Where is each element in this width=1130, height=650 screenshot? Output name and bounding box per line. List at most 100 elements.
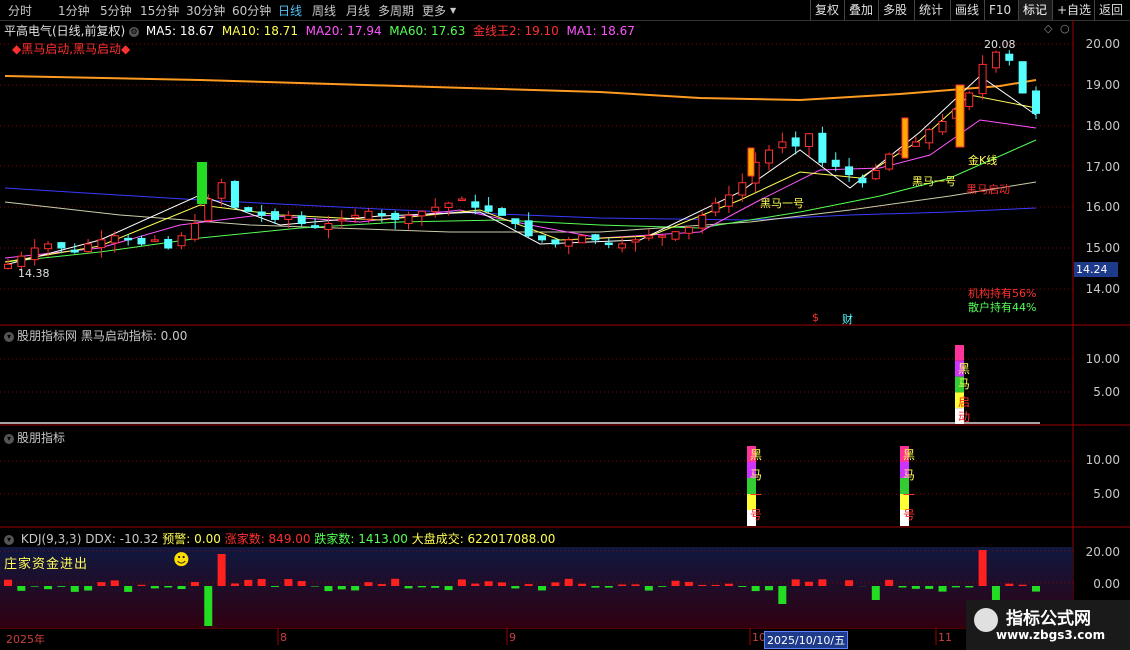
chart-canvas[interactable]	[0, 0, 1130, 650]
ddx-bar	[137, 584, 146, 586]
candle-body	[591, 234, 600, 241]
candle-body	[938, 121, 947, 133]
collapse-icon[interactable]: ▾	[4, 534, 14, 545]
ddx-bar	[457, 579, 466, 586]
candle-body	[871, 169, 880, 180]
heima-start-bar	[955, 345, 964, 361]
ddx-bar	[564, 578, 573, 586]
ddx-bar	[484, 581, 493, 586]
y-tick: 20.00	[1085, 37, 1120, 51]
collapse-icon[interactable]: ▾	[4, 433, 14, 444]
candle-body	[244, 207, 253, 212]
candle-body	[978, 63, 987, 95]
candle-body	[644, 235, 653, 239]
ddx-bar	[551, 582, 560, 586]
candle-body	[17, 255, 26, 267]
candle-body	[311, 225, 320, 229]
panel2-title: 股朋指标	[17, 431, 66, 445]
ddx-bar	[444, 586, 453, 591]
signal-char: 马	[902, 468, 915, 482]
candle-body	[4, 263, 12, 269]
candle-body	[791, 137, 800, 147]
finance-marker[interactable]: 财	[842, 311, 853, 327]
ddx-bar	[377, 584, 386, 586]
candle-body	[991, 51, 1000, 69]
ddx-bar	[658, 586, 667, 587]
ddx-bar	[391, 578, 400, 586]
candle-body	[631, 239, 640, 243]
y-tick: 0.00	[1093, 577, 1120, 591]
candle-body	[417, 210, 426, 217]
gold-line	[4, 75, 1037, 102]
candle-body	[457, 198, 466, 202]
ddx-bar	[764, 586, 773, 591]
panel1-header: ▾ 股朋指标网 黑马启动指标: 0.00	[4, 327, 187, 344]
ma60	[4, 139, 1037, 263]
ddx-bar	[311, 586, 320, 587]
collapse-icon[interactable]: ▾	[4, 331, 14, 342]
ddx-bar	[17, 586, 26, 591]
main-chart-header: 平高电气(日线,前复权) ⚙ MA5: 18.67 MA10: 18.71 MA…	[4, 22, 635, 39]
ddx-bar	[698, 584, 707, 586]
ddx-bar	[257, 579, 266, 586]
diamond-icon[interactable]: ◇	[1044, 22, 1052, 35]
candle-body	[137, 237, 146, 245]
ddx-bar	[805, 581, 814, 586]
ddx-bar	[471, 583, 480, 586]
ddx-bar	[297, 581, 306, 586]
y-tick: 10.00	[1085, 352, 1120, 366]
panel1-title: 股朋指标网 黑马启动指标: 0.00	[17, 329, 188, 343]
ddx-bar	[431, 586, 440, 588]
candle-body	[164, 238, 173, 249]
signal-banner: ◆黑马启动,黑马启动◆	[12, 42, 131, 56]
candle-body	[551, 239, 560, 245]
ddx-bar	[818, 579, 827, 586]
candle-body	[684, 227, 693, 234]
close-icon[interactable]: ○	[1060, 22, 1070, 35]
y-tick: 19.00	[1085, 78, 1120, 92]
ddx-bar	[591, 586, 600, 588]
annotation-heima-2: 黑马一号	[912, 175, 956, 188]
ddx-bar	[1005, 583, 1014, 586]
ddx-bar	[497, 582, 506, 586]
ddx-bar	[30, 586, 39, 587]
dealer-fund-tag: 庄家资金进出	[4, 557, 89, 572]
ddx-bar	[244, 579, 253, 586]
ddx-bar	[578, 583, 587, 586]
ddx-bar	[70, 586, 79, 592]
date-cursor-badge: 2025/10/10/五	[764, 631, 849, 649]
ddx-bar	[110, 580, 119, 586]
ddx-bar	[57, 586, 66, 587]
ma5	[4, 75, 1037, 266]
candle-body	[150, 239, 159, 242]
warning-label: 预警: 0.00	[162, 532, 221, 546]
watermark-logo-icon	[974, 608, 998, 632]
candle-body	[925, 129, 934, 144]
candle-body	[1032, 90, 1040, 114]
ddx-bar	[671, 580, 680, 586]
ddx-bar	[538, 586, 547, 591]
ddx-bar	[190, 582, 199, 586]
ddx-bar	[751, 586, 760, 592]
watermark: 指标公式网 www.zbgs3.com	[966, 600, 1130, 650]
candle-body	[444, 202, 453, 208]
signal-char: 号	[902, 508, 915, 522]
candle-body	[351, 214, 360, 218]
ddx-bar	[1032, 586, 1040, 592]
candle-body	[431, 206, 440, 213]
legend-ma60: MA60: 17.63	[389, 24, 466, 38]
dividend-marker[interactable]: $	[812, 311, 819, 324]
ddx-bar	[230, 583, 239, 586]
ddx-bar	[791, 579, 800, 586]
settings-circle-icon[interactable]: ⚙	[129, 26, 140, 37]
candle-body	[324, 223, 333, 230]
legend-ma10: MA10: 18.71	[221, 24, 298, 38]
ddx-bar	[44, 586, 53, 590]
y-tick: 15.00	[1085, 241, 1120, 255]
y-tick: 5.00	[1093, 487, 1120, 501]
ddx-bar	[217, 554, 226, 586]
candle-body	[604, 242, 613, 246]
annotation-gold-k: 金K线	[968, 154, 998, 167]
ddx-bar	[404, 586, 413, 589]
current-price-badge: 14.24	[1074, 262, 1118, 277]
